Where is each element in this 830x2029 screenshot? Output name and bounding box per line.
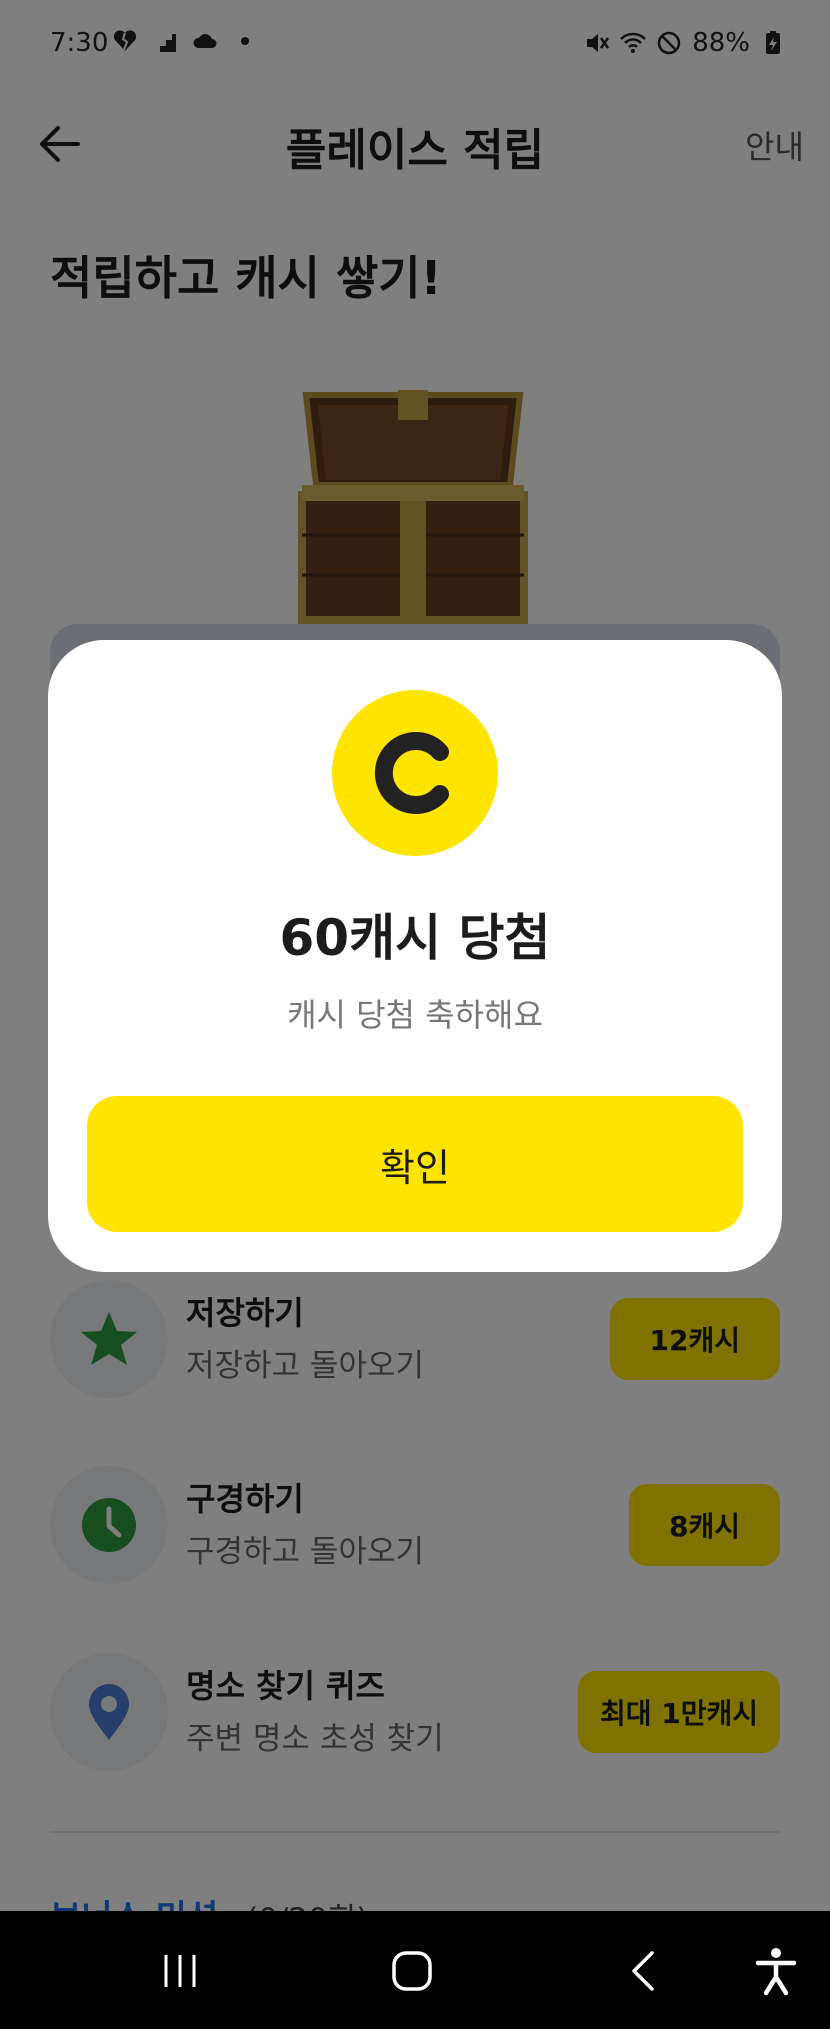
cash-coin-icon (332, 690, 498, 856)
modal-subtitle: 캐시 당첨 축하해요 (287, 996, 543, 1034)
confirm-button[interactable]: 확인 (87, 1096, 743, 1232)
accessibility-icon[interactable] (746, 1941, 806, 2001)
home-icon[interactable] (382, 1941, 442, 2001)
recent-apps-icon[interactable] (150, 1941, 210, 2001)
coin-c-glyph (374, 732, 449, 814)
reward-modal: 60캐시 당첨 캐시 당첨 축하해요 확인 (48, 640, 782, 1272)
system-navigation-bar (0, 1911, 830, 2029)
back-nav-icon[interactable] (614, 1941, 674, 2001)
modal-title: 60캐시 당첨 (279, 909, 551, 967)
